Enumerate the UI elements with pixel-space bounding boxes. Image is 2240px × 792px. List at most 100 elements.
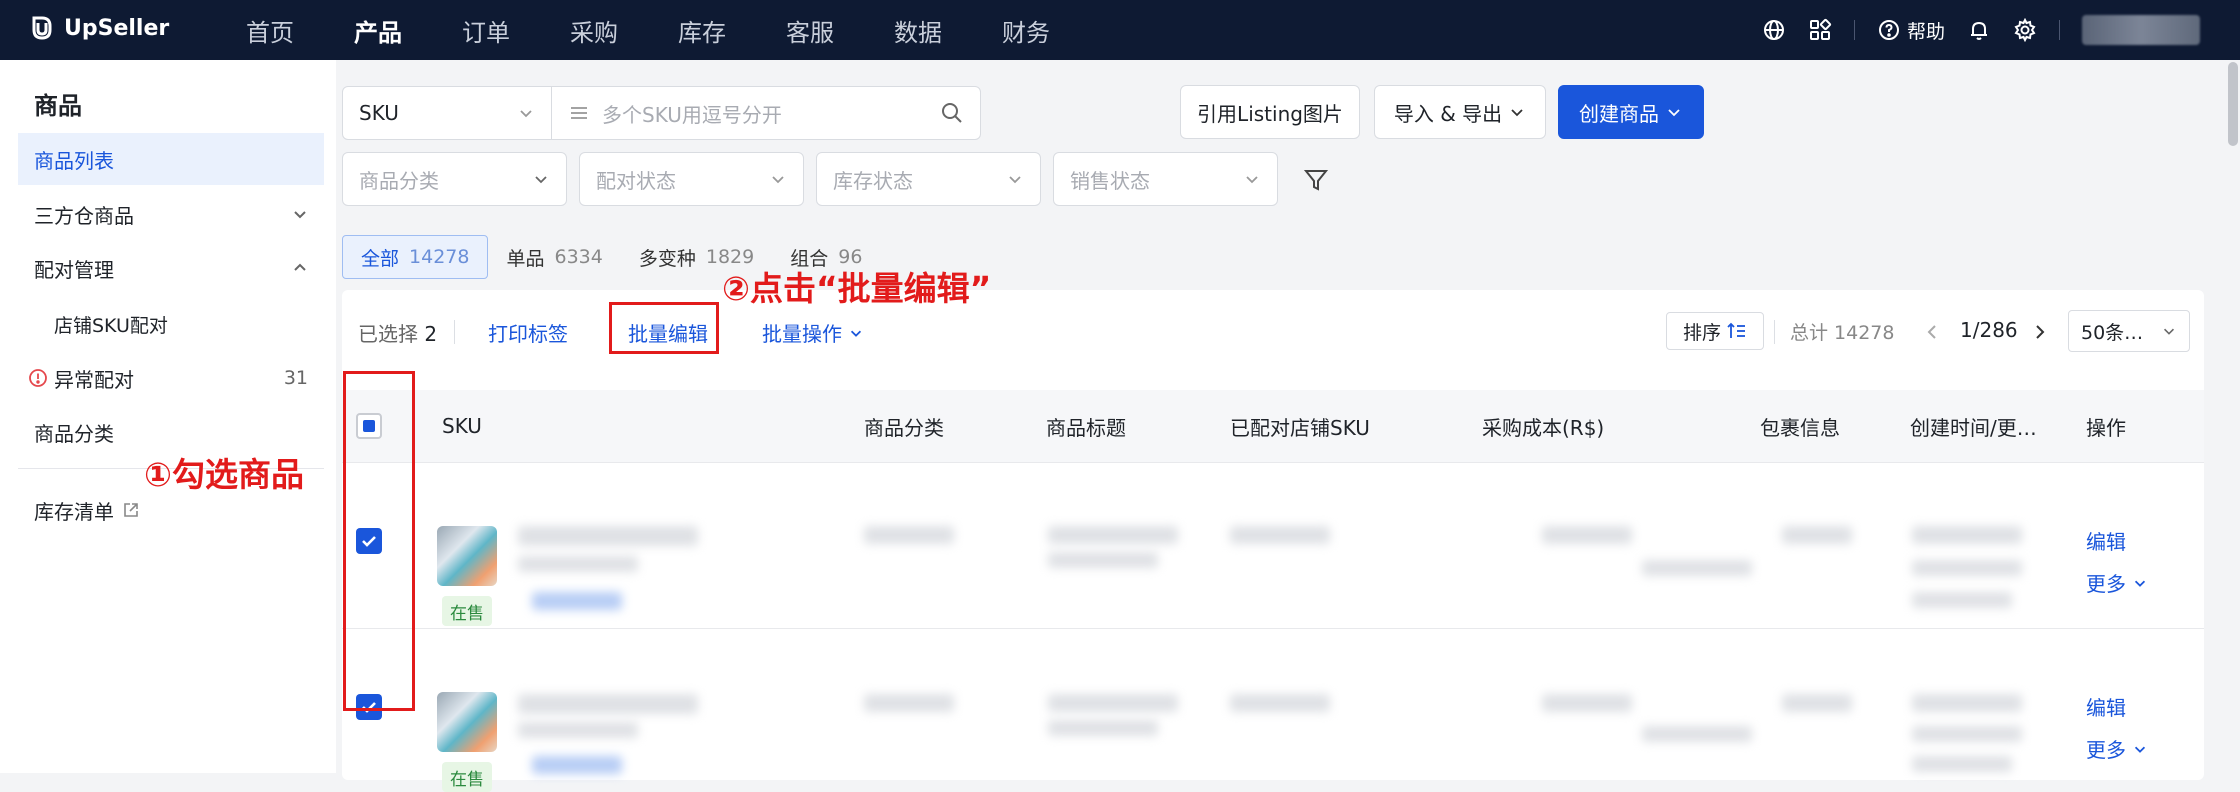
selected-count: 已选择 2: [358, 318, 437, 347]
filter-placeholder: 库存状态: [833, 168, 913, 193]
updated-time-text: [1912, 592, 2012, 608]
page-size-select[interactable]: 50条…: [2068, 310, 2190, 352]
help-label: 帮助: [1906, 20, 1945, 43]
globe-icon[interactable]: [1762, 18, 1786, 42]
sku-link[interactable]: [532, 592, 622, 610]
help-button[interactable]: 帮助: [1877, 17, 1945, 44]
sku-search-input[interactable]: 多个SKU用逗号分开: [551, 86, 981, 140]
paired-sku-text: [1230, 694, 1330, 712]
sidebar-item-abnormal-pairing[interactable]: 异常配对 31: [18, 352, 324, 404]
paired-sku-text: [1230, 526, 1330, 544]
list-lines-icon: [571, 107, 587, 119]
bell-icon[interactable]: [1967, 18, 1991, 42]
title-text: [1048, 526, 1178, 544]
selected-number: 2: [424, 322, 438, 346]
page-scrollbar[interactable]: [2228, 62, 2238, 146]
annotation-step2: ②点击“批量编辑”: [722, 269, 992, 308]
updated-time-text: [1912, 756, 2012, 772]
more-actions-menu[interactable]: 更多: [2086, 734, 2148, 763]
nav-divider: [1853, 20, 1855, 40]
user-account[interactable]: [2082, 15, 2200, 45]
package-info-text: [1642, 560, 1752, 576]
nav-customer-service[interactable]: 客服: [756, 0, 864, 60]
sidebar-title: 商品: [34, 92, 82, 120]
category-filter[interactable]: 商品分类: [342, 152, 567, 206]
nav-data[interactable]: 数据: [864, 0, 972, 60]
sku-link[interactable]: [532, 756, 622, 774]
abnormal-count-badge: 31: [283, 367, 308, 389]
gear-icon[interactable]: [2013, 18, 2037, 42]
sku-subtext: [518, 722, 638, 738]
print-label-button[interactable]: 打印标签: [488, 318, 568, 347]
sku-text: [518, 526, 698, 546]
more-actions-menu[interactable]: 更多: [2086, 568, 2148, 597]
sidebar-item-label: 商品分类: [34, 421, 114, 446]
toolbar-divider: [1774, 320, 1775, 344]
warning-circle-icon: [29, 369, 47, 387]
funnel-filter-icon[interactable]: [1302, 166, 1330, 194]
sidebar-item-label: 三方仓商品: [34, 203, 134, 228]
nav-products[interactable]: 产品: [324, 0, 432, 60]
tab-single[interactable]: 单品 6334: [488, 235, 620, 279]
nav-home[interactable]: 首页: [216, 0, 324, 60]
nav-finance[interactable]: 财务: [972, 0, 1080, 60]
category-text: [864, 526, 954, 544]
edit-link[interactable]: 编辑: [2086, 692, 2126, 721]
sidebar-item-pairing-management[interactable]: 配对管理: [18, 242, 324, 294]
reference-listing-image-button[interactable]: 引用Listing图片: [1180, 85, 1360, 139]
status-badge: 在售: [442, 596, 492, 626]
chevron-down-icon: [520, 110, 532, 118]
chevron-down-icon: [1009, 176, 1021, 184]
created-time-text: [1912, 526, 2022, 544]
chevron-down-icon: [850, 330, 862, 337]
annotation-bulk-edit-highlight: [609, 302, 719, 354]
logo[interactable]: UpSeller: [28, 14, 169, 42]
updated-time-text: [1912, 726, 2022, 742]
pairing-status-filter[interactable]: 配对状态: [579, 152, 804, 206]
filter-placeholder: 配对状态: [596, 168, 676, 193]
column-header-purchase-cost: 采购成本(R$): [1482, 415, 1605, 440]
sidebar-item-product-list[interactable]: 商品列表: [18, 133, 324, 185]
product-table-panel: 已选择 2 打印标签 批量编辑 批量操作 排序 总计 14278 1/286 5…: [342, 290, 2204, 792]
created-time-text: [1912, 694, 2022, 712]
nav-inventory[interactable]: 库存: [648, 0, 756, 60]
chevron-down-icon: [1668, 109, 1680, 117]
sidebar-item-third-party-warehouse[interactable]: 三方仓商品: [18, 188, 324, 240]
product-thumbnail[interactable]: [437, 692, 497, 752]
selected-label: 已选择: [358, 322, 418, 346]
create-product-button[interactable]: 创建商品: [1558, 85, 1704, 139]
sidebar-item-store-sku-pairing[interactable]: 店铺SKU配对: [18, 298, 324, 350]
sidebar-item-label: 库存清单: [34, 499, 114, 524]
sku-subtext: [518, 556, 638, 572]
apps-grid-icon[interactable]: [1808, 18, 1832, 42]
bulk-operations-button[interactable]: 批量操作: [762, 318, 864, 347]
chevron-down-icon: [2134, 746, 2146, 753]
sidebar: 商品 商品列表 三方仓商品 配对管理 店铺SKU配对 异常配对 31 商品分类 …: [0, 60, 336, 773]
tab-all[interactable]: 全部 14278: [342, 235, 489, 279]
import-export-button[interactable]: 导入 & 导出: [1374, 85, 1546, 139]
title-text: [1048, 552, 1158, 568]
nav-purchase[interactable]: 采购: [540, 0, 648, 60]
prev-page-icon[interactable]: [1922, 322, 1942, 342]
row-divider: [342, 462, 2204, 463]
sort-button[interactable]: 排序: [1666, 312, 1764, 350]
next-page-icon[interactable]: [2030, 322, 2050, 342]
row-divider: [342, 628, 2204, 629]
chevron-down-icon: [2134, 580, 2146, 587]
purchase-cost-text: [1542, 694, 1632, 712]
product-thumbnail[interactable]: [437, 526, 497, 586]
search-icon[interactable]: [940, 101, 964, 125]
stock-status-filter[interactable]: 库存状态: [816, 152, 1041, 206]
tab-label: 单品: [506, 247, 545, 270]
filter-placeholder: 商品分类: [359, 168, 439, 193]
column-header-package-info: 包裹信息: [1760, 415, 1840, 440]
toolbar-divider: [454, 320, 455, 344]
sales-status-filter[interactable]: 销售状态: [1053, 152, 1278, 206]
search-type-select[interactable]: SKU: [342, 86, 552, 140]
total-count: 总计 14278: [1790, 322, 1895, 344]
edit-link[interactable]: 编辑: [2086, 526, 2126, 555]
filter-placeholder: 销售状态: [1070, 168, 1150, 193]
button-label: 导入 & 导出: [1393, 101, 1503, 126]
nav-orders[interactable]: 订单: [432, 0, 540, 60]
button-label: 批量操作: [762, 322, 842, 346]
